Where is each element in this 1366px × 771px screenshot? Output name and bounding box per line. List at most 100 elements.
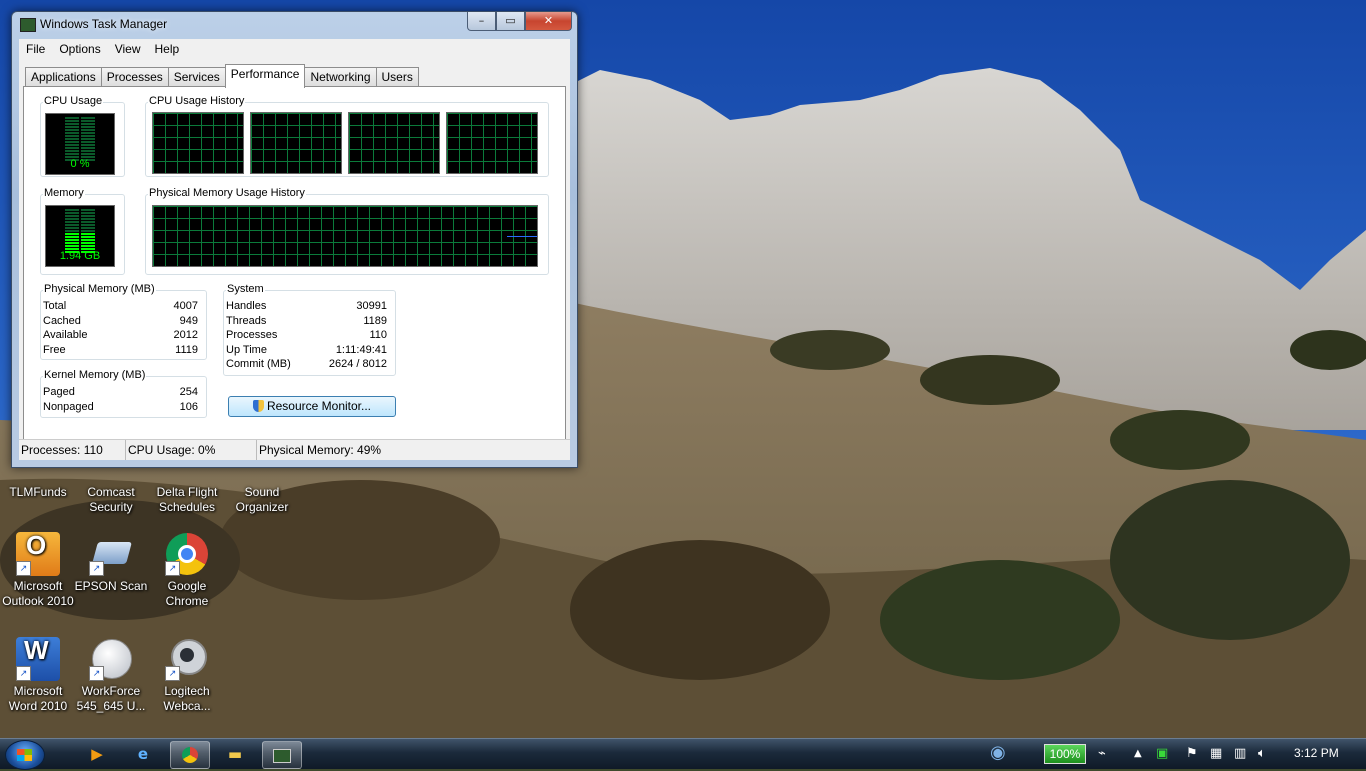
desktop-icon-google-chrome[interactable]: ↗ Google Chrome: [149, 532, 225, 609]
memory-meter-segment: [81, 215, 95, 217]
tab-networking[interactable]: Networking: [304, 67, 377, 87]
cpu-meter-segment: [81, 117, 95, 119]
memory-meter-segment: [65, 209, 79, 211]
desktop-icon-label: WorkForce 545_645 U...: [76, 684, 146, 713]
menu-view[interactable]: View: [108, 42, 148, 56]
memory-meter-segment: [65, 245, 79, 247]
physical-memory-label: Physical Memory (MB): [43, 283, 156, 295]
desktop-icon-epson-scan[interactable]: ↗ EPSON Scan: [73, 532, 149, 594]
memory-meter-segment: [81, 245, 95, 247]
start-button[interactable]: [5, 740, 45, 770]
window-client-area: Applications Processes Services Performa…: [19, 59, 570, 460]
memory-meter-segment: [65, 218, 79, 220]
menu-bar: File Options View Help: [19, 39, 570, 59]
cpu-meter-segment: [65, 126, 79, 128]
menu-file[interactable]: File: [19, 42, 52, 56]
cpu-meter-segment: [81, 123, 95, 125]
close-button[interactable]: ✕: [525, 12, 572, 31]
memory-meter-segment: [81, 233, 95, 235]
desktop-icon-logitech-webcam[interactable]: ↗ Logitech Webca...: [149, 637, 225, 714]
chrome-taskbar-icon[interactable]: [170, 741, 210, 769]
tab-applications[interactable]: Applications: [25, 67, 102, 87]
desktop-icon-label: Google Chrome: [165, 579, 209, 608]
cpu-meter-segment: [65, 129, 79, 131]
cpu-meter-segment: [81, 138, 95, 140]
task-manager-icon: [20, 18, 36, 32]
desktop-icon-word[interactable]: W ↗ Microsoft Word 2010: [0, 637, 76, 714]
chrome-icon: ↗: [165, 532, 209, 576]
stat-row-cached: Cached 949: [43, 314, 198, 327]
memory-meter: 1.94 GB: [45, 205, 115, 267]
stat-row-available: Available 2012: [43, 329, 198, 342]
memory-meter-segment: [81, 236, 95, 238]
kernel-memory-label: Kernel Memory (MB): [43, 369, 147, 381]
task-manager-taskbar-icon[interactable]: [262, 741, 302, 769]
memory-group: Memory 1.94 GB: [40, 187, 125, 275]
menu-help[interactable]: Help: [148, 42, 187, 56]
system-label: System: [226, 283, 265, 295]
media-player-icon[interactable]: ▶: [78, 741, 116, 767]
memory-meter-segment: [65, 212, 79, 214]
cpu-meter-segment: [65, 132, 79, 134]
volume-icon[interactable]: 🔈︎: [1258, 746, 1266, 761]
physical-memory-group: Physical Memory (MB) Total 4007 Cached 949…: [40, 283, 207, 360]
battery-indicator[interactable]: 100%: [1044, 744, 1086, 764]
cpu-meter-segment: [81, 147, 95, 149]
outlook-icon: O ↗: [16, 532, 60, 576]
status-physical-memory: Physical Memory: 49%: [259, 443, 382, 457]
power-plug-icon[interactable]: ⌁: [1098, 746, 1106, 761]
system-group: System Handles 30991 Threads 1189 Processe…: [223, 283, 396, 376]
network-icon[interactable]: ▦: [1210, 746, 1222, 761]
memory-meter-segment: [65, 233, 79, 235]
memory-meter-segment: [81, 227, 95, 229]
stat-row-uptime: Up Time 1:11:49:41: [226, 343, 387, 356]
status-cpu-usage: CPU Usage: 0%: [126, 440, 257, 460]
desktop-icon-label: TLMFunds: [9, 485, 67, 499]
stat-row-processes: Processes 110: [226, 329, 387, 342]
network-error-icon[interactable]: ◉: [990, 742, 1006, 763]
memory-meter-segment: [65, 215, 79, 217]
title-bar[interactable]: Windows Task Manager – ▭ ✕: [12, 12, 577, 38]
cpu-meter-segment: [65, 117, 79, 119]
tab-services[interactable]: Services: [167, 67, 226, 87]
task-manager-tray-icon[interactable]: ▣: [1156, 746, 1168, 761]
minimize-button[interactable]: –: [467, 12, 496, 31]
desktop-icon-label: Sound Organizer: [235, 485, 289, 514]
tab-processes[interactable]: Processes: [100, 67, 169, 87]
status-processes: Processes: 110: [19, 440, 126, 460]
scanner-icon: ↗: [89, 532, 133, 576]
task-manager-window[interactable]: Windows Task Manager – ▭ ✕ File Options …: [11, 11, 578, 468]
cpu-history-graph-core-3: [348, 112, 440, 174]
cpu-history-graph-core-2: [250, 112, 342, 174]
printer-guide-icon: ↗: [89, 637, 133, 681]
explorer-folder-icon[interactable]: ▬: [216, 741, 254, 767]
devices-icon[interactable]: ▥: [1234, 746, 1246, 761]
memory-label: Memory: [43, 187, 85, 199]
desktop-icon-workforce-guide[interactable]: ↗ WorkForce 545_645 U...: [73, 637, 149, 714]
tab-performance[interactable]: Performance: [224, 64, 306, 88]
internet-explorer-icon[interactable]: e: [124, 741, 162, 767]
taskbar: ▶ e ▬ ◉ 100% ⌁ ▲ ▣ ⚑ ▦ ▥ 🔈︎ 3:12 PM: [0, 738, 1366, 770]
system-clock[interactable]: 3:12 PM: [1294, 746, 1339, 760]
memory-value: 1.94 GB: [59, 250, 101, 262]
cpu-meter-segment: [81, 126, 95, 128]
desktop-icon-label: EPSON Scan: [74, 579, 148, 593]
menu-options[interactable]: Options: [52, 42, 107, 56]
action-center-flag-icon[interactable]: ⚑: [1186, 746, 1198, 761]
cpu-meter-segment: [81, 132, 95, 134]
memory-meter-segment: [81, 239, 95, 241]
cpu-usage-meter: 0 %: [45, 113, 115, 175]
performance-panel: CPU Usage 0 % CPU Usage History Memory 1…: [23, 86, 566, 445]
webcam-icon: ↗: [165, 637, 209, 681]
windows-logo-icon: [17, 749, 32, 761]
status-bar: Processes: 110 CPU Usage: 0% Physical Me…: [19, 439, 570, 460]
tab-users[interactable]: Users: [375, 67, 419, 87]
memory-meter-segment: [65, 236, 79, 238]
desktop-icon-outlook[interactable]: O ↗ Microsoft Outlook 2010: [0, 532, 76, 609]
memory-history-graph: [152, 205, 538, 267]
show-hidden-icons-icon[interactable]: ▲: [1134, 748, 1142, 759]
stat-row-handles: Handles 30991: [226, 300, 387, 312]
kernel-memory-group: Kernel Memory (MB) Paged 254 Nonpaged 106: [40, 369, 207, 418]
resource-monitor-button[interactable]: Resource Monitor...: [228, 396, 396, 417]
maximize-button[interactable]: ▭: [496, 12, 525, 31]
